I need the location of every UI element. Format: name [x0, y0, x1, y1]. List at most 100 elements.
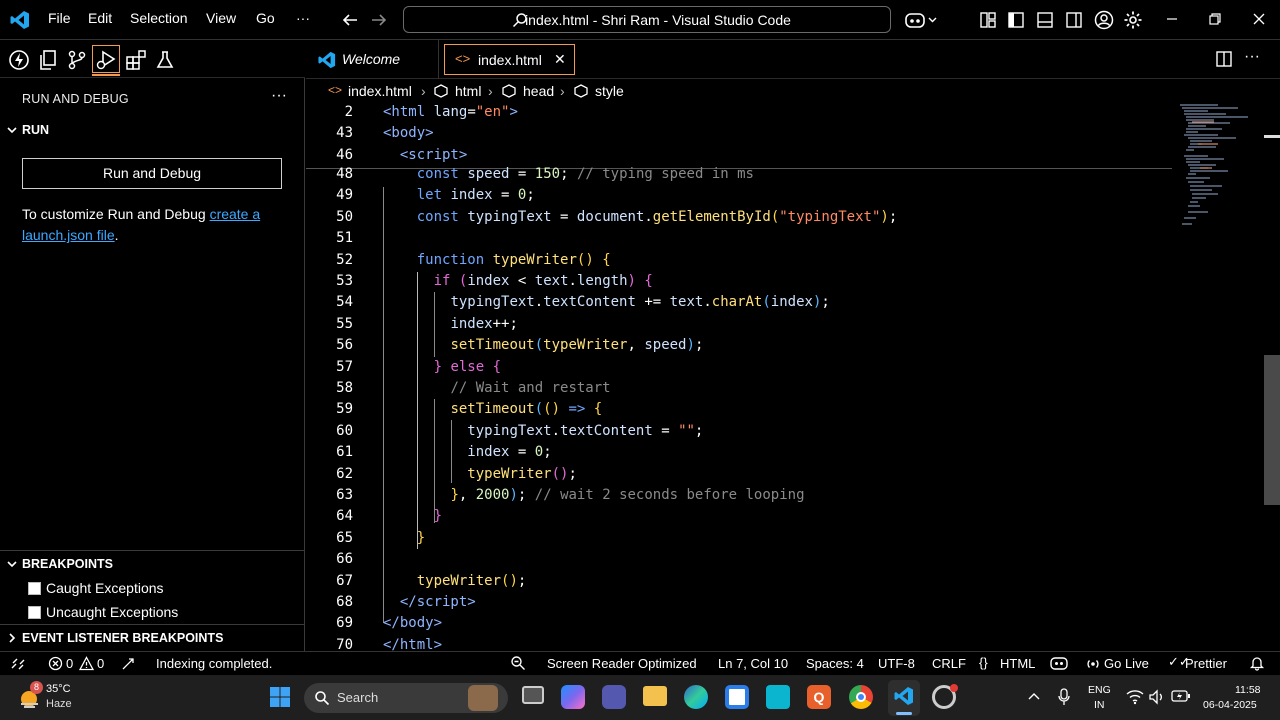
uncaught-exceptions-row[interactable]: Uncaught Exceptions: [28, 604, 178, 620]
toggle-secondary-sidebar-icon[interactable]: [1065, 11, 1083, 29]
line-number: 54: [336, 294, 353, 310]
element-icon: [574, 84, 588, 98]
tab-index-html[interactable]: <> index.html ✕: [444, 44, 575, 75]
copilot-status-icon[interactable]: [1050, 655, 1068, 671]
mysql-workbench-icon[interactable]: [766, 685, 790, 709]
vscode-logo-icon[interactable]: [10, 10, 30, 30]
testing-flask-icon[interactable]: [154, 49, 176, 71]
close-tab-icon[interactable]: ✕: [554, 51, 566, 68]
restore-icon[interactable]: [1208, 12, 1222, 26]
zoom-icon[interactable]: [510, 655, 526, 671]
uncaught-exceptions-checkbox[interactable]: [28, 606, 41, 619]
edge-browser-icon[interactable]: [684, 685, 708, 709]
error-count[interactable]: 0: [66, 656, 73, 671]
editor-scrollbar-thumb[interactable]: [1264, 355, 1280, 505]
clock-date[interactable]: 06-04-2025: [1203, 699, 1257, 711]
microphone-icon[interactable]: [1057, 688, 1071, 706]
run-and-debug-button[interactable]: Run and Debug: [22, 158, 282, 189]
code-line: 70 </html>: [306, 637, 1176, 651]
task-view-icon[interactable]: [522, 686, 544, 704]
caught-exceptions-row[interactable]: Caught Exceptions: [28, 580, 164, 596]
warning-icon[interactable]: [79, 656, 94, 671]
minimize-icon[interactable]: [1165, 12, 1179, 26]
input-language[interactable]: ENG: [1088, 684, 1111, 696]
close-window-icon[interactable]: [1252, 12, 1266, 26]
screen-reader-status[interactable]: Screen Reader Optimized: [547, 656, 697, 671]
battery-icon[interactable]: [1171, 689, 1191, 703]
menu-edit[interactable]: Edit: [88, 10, 112, 26]
toggle-sidebar-icon[interactable]: [1007, 11, 1025, 29]
copilot-app-icon[interactable]: [561, 685, 585, 709]
language-mode[interactable]: HTML: [1000, 656, 1035, 671]
tab-welcome[interactable]: Welcome: [306, 40, 439, 79]
breadcrumb-style[interactable]: style: [595, 83, 624, 99]
file-explorer-icon[interactable]: [643, 686, 667, 706]
broadcast-icon: [1085, 656, 1101, 672]
line-number: 59: [336, 401, 353, 417]
cursor-position[interactable]: Ln 7, Col 10: [718, 656, 788, 671]
weather-desc[interactable]: Haze: [46, 698, 72, 710]
indentation-status[interactable]: Spaces: 4: [806, 656, 864, 671]
extensions-icon[interactable]: [125, 49, 147, 71]
status-message: Indexing completed.: [156, 656, 273, 671]
encoding-status[interactable]: UTF-8: [878, 656, 915, 671]
command-center[interactable]: index.html - Shri Ram - Visual Studio Co…: [403, 6, 891, 33]
source-control-icon[interactable]: [66, 49, 88, 71]
line-number: 2: [344, 104, 353, 120]
remote-indicator-icon[interactable]: [10, 656, 26, 672]
eol-status[interactable]: CRLF: [932, 656, 966, 671]
menu-go[interactable]: Go: [256, 10, 275, 26]
wifi-icon[interactable]: [1126, 689, 1144, 705]
back-arrow-icon[interactable]: [341, 11, 359, 29]
teams-icon[interactable]: [602, 685, 626, 709]
run-debug-icon[interactable]: [95, 49, 117, 71]
notifications-bell-icon[interactable]: [1249, 655, 1265, 671]
account-icon[interactable]: [1094, 10, 1114, 30]
office-q-icon[interactable]: Q: [807, 685, 831, 709]
vscode-taskbar-active[interactable]: [888, 680, 920, 716]
caught-exceptions-checkbox[interactable]: [28, 582, 41, 595]
windows-start-icon[interactable]: [269, 686, 291, 708]
breakpoints-section-label: BREAKPOINTS: [22, 557, 113, 571]
taskbar-search[interactable]: Search: [304, 683, 508, 713]
menu-view[interactable]: View: [206, 10, 236, 26]
clock-time[interactable]: 11:58: [1235, 684, 1261, 696]
breadcrumb-html[interactable]: html: [455, 83, 481, 99]
input-region[interactable]: IN: [1094, 699, 1105, 711]
code-editor[interactable]: 2 <html lang="en"> 43 <body> 46 <script> 4…: [306, 102, 1280, 651]
error-icon[interactable]: [48, 656, 63, 671]
weather-temp[interactable]: 35°C: [46, 683, 71, 695]
chevron-down-icon: [6, 558, 18, 570]
manage-gear-icon[interactable]: [1123, 10, 1143, 30]
minimap[interactable]: [1178, 102, 1264, 242]
code-line: 48 const speed = 150; // typing speed in…: [306, 166, 1176, 187]
toggle-panel-icon[interactable]: [1036, 11, 1054, 29]
microsoft-store-icon[interactable]: [725, 685, 749, 709]
editor-more-actions[interactable]: ···: [1244, 48, 1260, 66]
sidebar-more-button[interactable]: ···: [271, 87, 287, 105]
menu-selection[interactable]: Selection: [130, 10, 188, 26]
go-live-button[interactable]: Go Live: [1104, 656, 1149, 671]
ports-icon[interactable]: [121, 657, 135, 671]
breadcrumb-file[interactable]: index.html: [348, 83, 412, 99]
code-line: 49 let index = 0;: [306, 187, 1176, 208]
lightning-icon[interactable]: [8, 49, 30, 71]
active-app-indicator: [896, 712, 912, 715]
prettier-status[interactable]: Prettier: [1185, 656, 1227, 671]
chevron-up-icon[interactable]: [1027, 690, 1041, 704]
split-editor-icon[interactable]: [1215, 50, 1233, 68]
breadcrumb-head[interactable]: head: [523, 83, 554, 99]
line-number: 70: [336, 637, 353, 651]
menu-file[interactable]: File: [48, 10, 71, 26]
search-highlight-icon: [468, 685, 498, 711]
warning-count[interactable]: 0: [97, 656, 104, 671]
copilot-icon[interactable]: [905, 10, 937, 30]
chevron-down-icon: [6, 124, 18, 136]
line-number: 57: [336, 359, 353, 375]
menu-more[interactable]: ···: [296, 10, 310, 26]
explorer-files-icon[interactable]: [37, 49, 59, 71]
forward-arrow-icon[interactable]: [370, 11, 388, 29]
customize-layout-icon[interactable]: [979, 11, 997, 29]
volume-icon[interactable]: [1148, 689, 1166, 705]
chrome-icon[interactable]: [849, 685, 873, 709]
